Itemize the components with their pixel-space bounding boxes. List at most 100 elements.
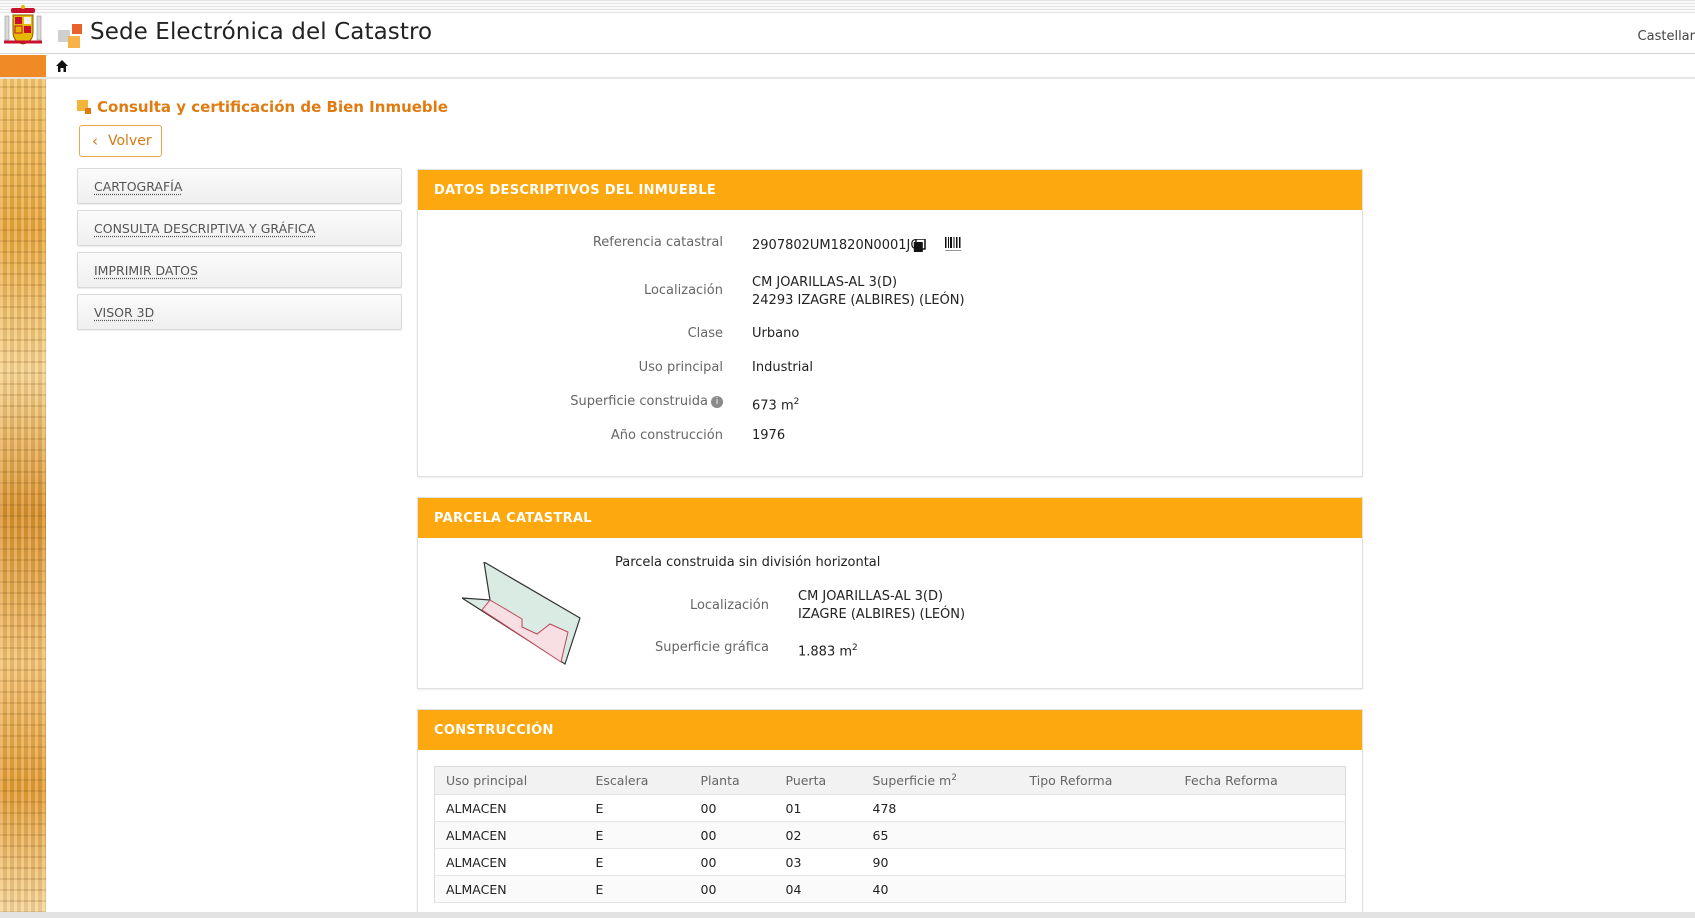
catastro-logo-icon <box>58 24 82 48</box>
top-stripes <box>0 0 1695 14</box>
panel-title: DATOS DESCRIPTIVOS DEL INMUEBLE <box>434 183 717 198</box>
table-cell <box>1173 848 1346 876</box>
clase-value: Urbano <box>752 326 800 341</box>
table-cell <box>1173 875 1346 903</box>
info-icon[interactable]: i <box>711 396 723 408</box>
parcela-localizacion-line2: IZAGRE (ALBIRES) (LEÓN) <box>798 607 966 622</box>
barcode-icon[interactable] <box>945 237 961 251</box>
table-cell: E <box>584 875 690 903</box>
bottom-scrollbar-track[interactable] <box>0 912 1695 918</box>
panel-header: DATOS DESCRIPTIVOS DEL INMUEBLE <box>418 170 1362 210</box>
menu-item-imprimir-datos[interactable]: IMPRIMIR DATOS <box>77 252 402 288</box>
menu-item-consulta-descriptiva[interactable]: CONSULTA DESCRIPTIVA Y GRÁFICA <box>77 210 402 246</box>
superficie-grafica-label: Superficie gráfica <box>654 640 769 655</box>
table-cell: E <box>584 794 690 822</box>
site-title[interactable]: Sede Electrónica del Catastro <box>90 19 432 45</box>
superficie-grafica-value: 1.883 m <box>798 644 853 660</box>
table-cell: ALMACEN <box>434 848 585 876</box>
panel-header: CONSTRUCCIÓN <box>418 710 1362 750</box>
parcela-localizacion-label: Localización <box>689 598 769 613</box>
superscript-2: 2 <box>951 772 957 783</box>
panel-title: PARCELA CATASTRAL <box>434 511 592 526</box>
table-cell: 65 <box>861 821 1019 849</box>
table-cell: 01 <box>774 794 862 822</box>
table-row: ALMACEN E 00 02 65 <box>434 821 1346 849</box>
table-row: ALMACEN E 00 04 40 <box>434 875 1346 903</box>
column-header: Puerta <box>774 766 862 795</box>
superficie-construida-label: Superficie construida <box>570 394 708 409</box>
coat-of-arms-icon <box>4 5 42 45</box>
column-header: Tipo Reforma <box>1018 766 1174 795</box>
referencia-label: Referencia catastral <box>592 235 723 250</box>
table-cell: 40 <box>861 875 1019 903</box>
table-row: ALMACEN E 00 03 90 <box>434 848 1346 876</box>
uso-principal-label: Uso principal <box>638 360 723 375</box>
table-cell: ALMACEN <box>434 875 585 903</box>
column-header: Planta <box>689 766 775 795</box>
chevron-left-icon: ‹ <box>92 132 98 150</box>
anio-construccion-value: 1976 <box>752 428 786 443</box>
construccion-table: Uso principal Escalera Planta Puerta Sup… <box>434 766 1346 903</box>
breadcrumb-bar <box>0 55 1695 79</box>
superscript-2: 2 <box>793 397 800 407</box>
column-header: Fecha Reforma <box>1173 766 1346 795</box>
menu-item-label: CARTOGRAFÍA <box>94 179 183 194</box>
side-menu: CARTOGRAFÍA CONSULTA DESCRIPTIVA Y GRÁFI… <box>77 168 402 336</box>
table-cell: E <box>584 821 690 849</box>
datos-descriptivos-panel: DATOS DESCRIPTIVOS DEL INMUEBLE Referenc… <box>417 169 1363 477</box>
anio-construccion-label: Año construcción <box>610 428 723 443</box>
table-cell <box>1173 821 1346 849</box>
parcela-catastral-panel: PARCELA CATASTRAL Parcela construida sin… <box>417 497 1363 689</box>
back-button[interactable]: ‹ Volver <box>79 125 162 157</box>
table-cell: ALMACEN <box>434 821 585 849</box>
table-cell: 04 <box>774 875 862 903</box>
parcela-subtitle: Parcela construida sin división horizont… <box>615 555 881 570</box>
localizacion-label: Localización <box>643 283 723 298</box>
column-header: Escalera <box>584 766 690 795</box>
back-button-label: Volver <box>108 133 152 149</box>
table-header-row: Uso principal Escalera Planta Puerta Sup… <box>434 766 1346 795</box>
menu-item-label: VISOR 3D <box>94 305 155 320</box>
square-bullet-icon <box>77 100 91 114</box>
menu-item-label: IMPRIMIR DATOS <box>94 263 198 278</box>
table-cell: 02 <box>774 821 862 849</box>
column-header-superficie: Superficie m2 <box>861 766 1019 795</box>
table-cell <box>1018 848 1174 876</box>
superficie-construida-value: 673 m <box>752 398 794 414</box>
table-cell: ALMACEN <box>434 794 585 822</box>
table-cell: 00 <box>689 848 775 876</box>
menu-item-label: CONSULTA DESCRIPTIVA Y GRÁFICA <box>94 221 316 236</box>
home-icon[interactable] <box>55 59 69 73</box>
site-header: Sede Electrónica del Catastro Castellar <box>0 5 1695 54</box>
menu-item-cartografia[interactable]: CARTOGRAFÍA <box>77 168 402 204</box>
copy-icon[interactable] <box>913 239 926 253</box>
superficie-construida-row: Superficie construida i <box>418 394 723 409</box>
table-cell: 00 <box>689 794 775 822</box>
menu-item-visor-3d[interactable]: VISOR 3D <box>77 294 402 330</box>
page-title: Consulta y certificación de Bien Inmuebl… <box>97 98 448 116</box>
table-cell: 03 <box>774 848 862 876</box>
panel-title: CONSTRUCCIÓN <box>434 723 554 738</box>
table-cell <box>1018 875 1174 903</box>
table-cell: E <box>584 848 690 876</box>
language-selector[interactable]: Castellar <box>1638 29 1695 44</box>
localizacion-line1: CM JOARILLAS-AL 3(D) <box>752 275 898 290</box>
column-header: Uso principal <box>434 766 585 795</box>
table-row: ALMACEN E 00 01 478 <box>434 794 1346 822</box>
referencia-value: 2907802UM1820N0001JQ <box>752 238 921 253</box>
table-cell: 478 <box>861 794 1019 822</box>
table-cell: 00 <box>689 821 775 849</box>
superscript-2: 2 <box>852 643 858 653</box>
construccion-panel: CONSTRUCCIÓN Uso principal Escalera Plan… <box>417 709 1363 915</box>
uso-principal-value: Industrial <box>752 360 813 375</box>
table-cell <box>1173 794 1346 822</box>
column-header-label: Superficie m <box>872 773 952 789</box>
parcel-map-thumbnail[interactable] <box>462 562 592 672</box>
parcela-localizacion-line1: CM JOARILLAS-AL 3(D) <box>798 589 944 604</box>
superficie-grafica-value-wrap: 1.883 m2 <box>798 639 858 661</box>
localizacion-line2: 24293 IZAGRE (ALBIRES) (LEÓN) <box>752 293 965 308</box>
table-cell <box>1018 794 1174 822</box>
orange-accent-block <box>0 55 46 77</box>
panel-header: PARCELA CATASTRAL <box>418 498 1362 538</box>
table-cell: 00 <box>689 875 775 903</box>
